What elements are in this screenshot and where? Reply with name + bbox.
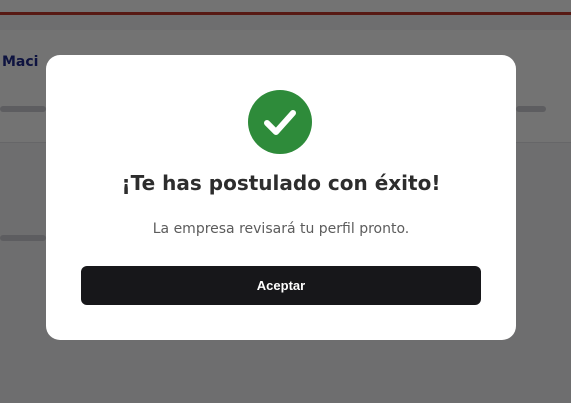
accept-button[interactable]: Aceptar bbox=[81, 266, 481, 305]
dialog-message: La empresa revisará tu perfil pronto. bbox=[152, 221, 410, 237]
success-dialog: ¡Te has postulado con éxito! La empresa … bbox=[46, 55, 516, 340]
page: Maci ¡Te has postulado con éxito! La emp… bbox=[0, 0, 571, 403]
check-circle-icon bbox=[248, 90, 312, 154]
dialog-title: ¡Te has postulado con éxito! bbox=[121, 171, 441, 195]
